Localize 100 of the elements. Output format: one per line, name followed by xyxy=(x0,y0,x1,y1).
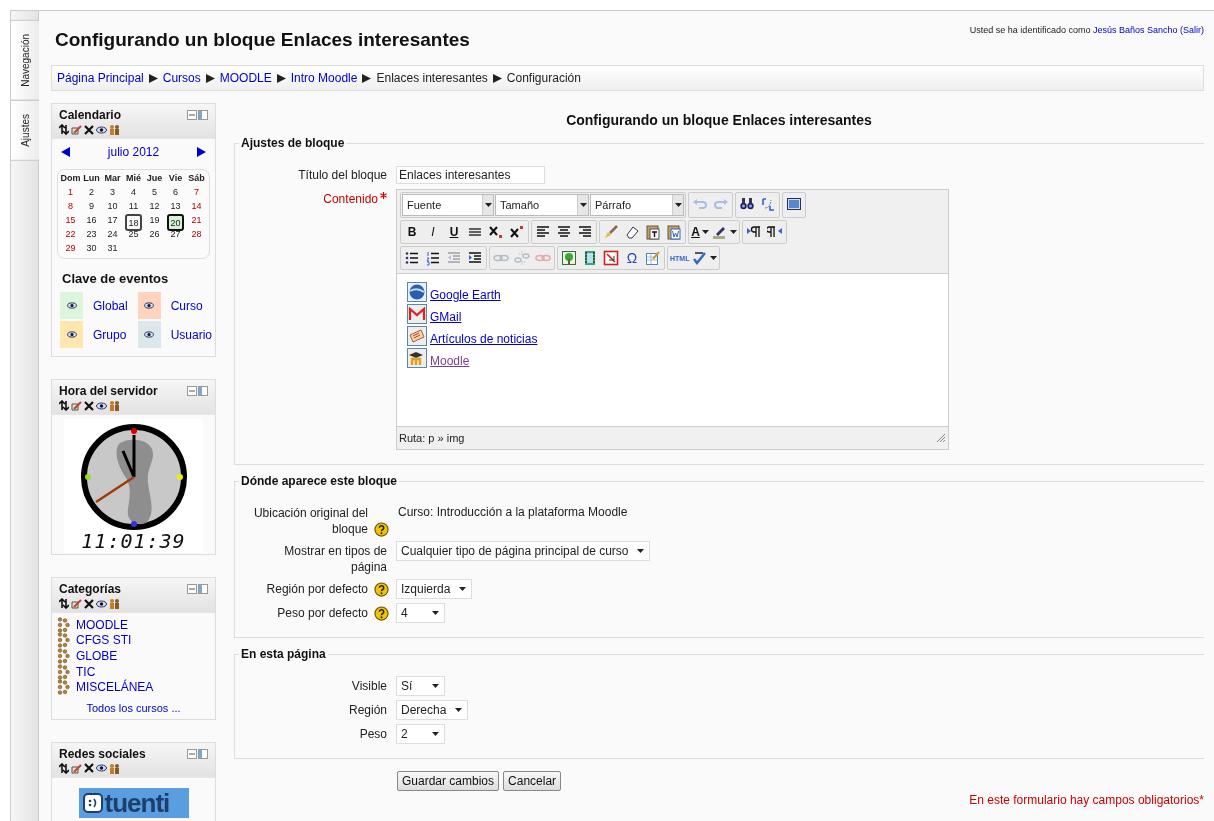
calendar-day[interactable]: 30 xyxy=(83,242,100,255)
calendar-day[interactable]: 7 xyxy=(188,186,205,199)
people-icon[interactable] xyxy=(109,124,120,135)
help-icon[interactable] xyxy=(374,582,389,598)
side-tab[interactable]: Navegación xyxy=(11,20,39,101)
calendar-day[interactable]: 14 xyxy=(188,200,205,213)
breadcrumb-link[interactable]: MOODLE xyxy=(219,71,272,85)
social-logo[interactable]: tuenti xyxy=(78,787,189,818)
calendar-day[interactable]: 21 xyxy=(188,214,205,227)
resize-handle-icon[interactable] xyxy=(936,433,946,443)
delete-icon[interactable] xyxy=(84,763,94,774)
category-link[interactable]: GLOBE xyxy=(76,649,118,663)
event-swatch[interactable] xyxy=(137,321,161,348)
breadcrumb-link[interactable]: Intro Moodle xyxy=(290,71,358,85)
breadcrumb-link[interactable]: Cursos xyxy=(162,71,201,85)
event-swatch[interactable] xyxy=(137,292,161,319)
calendar-day[interactable]: 4 xyxy=(125,186,142,199)
calendar-day[interactable]: 29 xyxy=(62,242,79,255)
edit-icon[interactable] xyxy=(71,598,82,609)
all-courses-link[interactable]: Todos los cursos ... xyxy=(57,701,210,714)
toolbar-button[interactable]: U xyxy=(444,222,464,242)
dock-icon[interactable] xyxy=(198,110,208,120)
toolbar-button[interactable]: A xyxy=(690,222,710,242)
calendar-day[interactable]: 26 xyxy=(146,228,163,241)
move-icon[interactable] xyxy=(59,400,69,411)
event-swatch[interactable] xyxy=(60,321,83,348)
calendar-day[interactable]: 9 xyxy=(83,200,100,213)
calendar-day[interactable]: 19 xyxy=(146,214,163,227)
eye-icon[interactable] xyxy=(96,401,107,410)
move-icon[interactable] xyxy=(59,762,69,774)
content-link[interactable]: Google Earth xyxy=(430,289,501,302)
eye-icon[interactable] xyxy=(96,125,107,134)
dock-icon[interactable] xyxy=(198,748,208,759)
event-type-link[interactable]: Grupo xyxy=(93,327,128,342)
toolbar-dropdown[interactable]: Tamaño xyxy=(495,194,589,216)
people-icon[interactable] xyxy=(109,598,120,609)
toolbar-button[interactable]: B xyxy=(402,222,422,242)
calendar-day[interactable]: 24 xyxy=(104,228,121,241)
previous-month-icon[interactable] xyxy=(61,147,70,157)
dropdown[interactable]: Izquierda xyxy=(396,579,473,599)
calendar-day[interactable]: 25 xyxy=(125,228,142,241)
category-link[interactable]: MISCELÁNEA xyxy=(76,680,154,695)
move-icon[interactable] xyxy=(59,598,69,609)
dropdown[interactable]: Derecha xyxy=(396,700,469,720)
category-link[interactable]: TIC xyxy=(76,664,96,679)
content-link[interactable]: GMail xyxy=(430,311,462,324)
people-icon[interactable] xyxy=(109,762,120,774)
delete-icon[interactable] xyxy=(84,598,94,609)
calendar-day[interactable]: 10 xyxy=(104,200,121,213)
content-link[interactable]: Moodle xyxy=(430,355,470,368)
event-type-link[interactable]: Global xyxy=(93,298,128,313)
form-button[interactable]: Guardar cambios xyxy=(397,771,500,791)
dropdown[interactable]: Cualquier tipo de página principal de curso xyxy=(396,541,651,561)
toolbar-button[interactable]: I xyxy=(423,222,443,242)
edit-icon[interactable] xyxy=(71,400,82,411)
toolbar-button[interactable]: Ω xyxy=(622,248,642,268)
calendar-day[interactable]: 2 xyxy=(83,186,100,199)
calendar-day[interactable]: 12 xyxy=(146,200,163,213)
calendar-day[interactable]: 17 xyxy=(104,214,121,227)
calendar-day[interactable]: 1 xyxy=(62,186,79,199)
delete-icon[interactable] xyxy=(84,400,94,411)
calendar-day[interactable]: 6 xyxy=(167,186,184,199)
event-swatch[interactable] xyxy=(60,292,83,319)
edit-icon[interactable] xyxy=(71,124,82,135)
edit-icon[interactable] xyxy=(71,762,82,774)
calendar-day[interactable]: 31 xyxy=(104,242,121,255)
dock-icon[interactable] xyxy=(198,386,208,396)
delete-icon[interactable] xyxy=(84,124,94,135)
dropdown[interactable]: 2 xyxy=(396,724,445,744)
next-month-icon[interactable] xyxy=(197,147,206,157)
help-icon[interactable] xyxy=(374,522,389,537)
collapse-icon[interactable] xyxy=(187,110,197,120)
editor-content-area[interactable]: Google Earth GMail Artículos de noticias Moodle xyxy=(397,273,948,427)
calendar-day[interactable]: 13 xyxy=(167,200,184,213)
logout-link[interactable]: (Salir) xyxy=(1180,25,1204,35)
text-field[interactable]: Enlaces interesantes xyxy=(396,166,545,184)
calendar-day[interactable]: 8 xyxy=(62,200,79,213)
collapse-icon[interactable] xyxy=(187,748,197,759)
dropdown[interactable]: 4 xyxy=(396,603,445,623)
toolbar-dropdown[interactable]: Párrafo xyxy=(590,194,684,216)
calendar-day[interactable]: 15 xyxy=(62,214,79,227)
calendar-day[interactable]: 11 xyxy=(125,200,142,213)
calendar-day[interactable]: 20 xyxy=(167,214,184,231)
event-type-link[interactable]: Curso xyxy=(170,298,213,313)
content-link[interactable]: Artículos de noticias xyxy=(430,333,538,346)
calendar-day[interactable]: 27 xyxy=(167,228,184,241)
category-link[interactable]: MOODLE xyxy=(76,617,128,632)
collapse-icon[interactable] xyxy=(187,584,197,594)
form-button[interactable]: Cancelar xyxy=(503,771,562,791)
eye-icon[interactable] xyxy=(96,599,107,608)
user-link[interactable]: Jesús Baños Sancho xyxy=(1092,25,1178,35)
calendar-day[interactable]: 23 xyxy=(83,228,100,241)
calendar-day[interactable]: 22 xyxy=(62,228,79,241)
breadcrumb-link[interactable]: Página Principal xyxy=(57,71,144,85)
move-icon[interactable] xyxy=(59,124,69,135)
dropdown[interactable]: Sí xyxy=(396,676,445,696)
calendar-day[interactable]: 5 xyxy=(146,186,163,199)
people-icon[interactable] xyxy=(109,400,120,411)
calendar-day[interactable]: 16 xyxy=(83,214,100,227)
month-link[interactable]: julio 2012 xyxy=(107,145,160,159)
